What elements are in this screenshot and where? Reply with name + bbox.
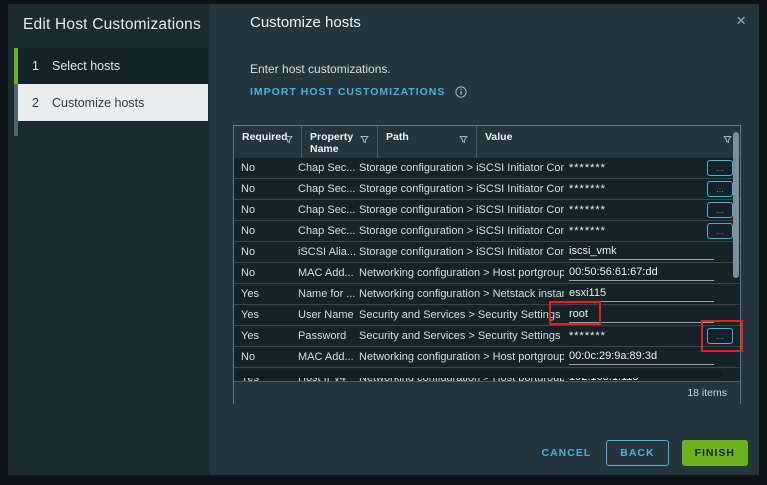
column-header-path[interactable]: Path xyxy=(378,126,477,158)
table-row: NoChap Sec...Storage configuration > iSC… xyxy=(234,158,740,179)
column-header-property-name[interactable]: Property Name xyxy=(302,126,378,158)
cell-required: No xyxy=(241,347,295,367)
cell-property-name: Chap Sec... xyxy=(298,179,356,199)
filter-icon[interactable] xyxy=(723,135,732,147)
table-row: YesUser NameSecurity and Services > Secu… xyxy=(234,305,740,326)
wizard-sidebar: Edit Host Customizations 1 Select hosts … xyxy=(8,4,210,475)
table-row: YesName for ...Networking configuration … xyxy=(234,284,740,305)
import-host-customizations-link[interactable]: IMPORT HOST CUSTOMIZATIONS xyxy=(250,86,445,98)
host-customizations-table: Required Property Name Path Value NoChap… xyxy=(233,125,741,404)
cell-required: No xyxy=(241,200,295,220)
value-input[interactable]: 00:0c:29:9a:89:3d xyxy=(569,347,714,365)
cell-required: No xyxy=(241,242,295,262)
table-row: NoMAC Add...Networking configuration > H… xyxy=(234,347,740,368)
cell-path: Security and Services > Security Setting… xyxy=(359,305,564,325)
value-input[interactable]: 00:50:56:61:67:dd xyxy=(569,263,714,281)
page-title: Customize hosts xyxy=(250,14,361,31)
cancel-button[interactable]: CANCEL xyxy=(539,441,593,465)
table-row: NoiSCSI Alia...Storage configuration > i… xyxy=(234,242,740,263)
table-row: NoMAC Add...Networking configuration > H… xyxy=(234,263,740,284)
ellipsis-button[interactable]: ... xyxy=(707,181,733,197)
cell-path: Storage configuration > iSCSI Initiator … xyxy=(359,200,564,220)
cell-required: No xyxy=(241,158,295,178)
cell-path: Storage configuration > iSCSI Initiator … xyxy=(359,179,564,199)
wizard-title: Edit Host Customizations xyxy=(23,16,201,34)
vertical-scrollbar[interactable] xyxy=(733,132,739,278)
value-input[interactable]: root xyxy=(569,305,714,323)
table-body: NoChap Sec...Storage configuration > iSC… xyxy=(234,158,740,381)
cell-required: No xyxy=(241,221,295,241)
instruction-text: Enter host customizations. xyxy=(250,62,391,76)
info-icon[interactable] xyxy=(455,86,467,98)
cell-path: Storage configuration > iSCSI Initiator … xyxy=(359,221,564,241)
cell-path: Security and Services > Security Setting… xyxy=(359,326,564,346)
cell-required: Yes xyxy=(241,305,295,325)
cell-required: Yes xyxy=(241,326,295,346)
cell-property-name: Password xyxy=(298,326,356,346)
table-items-count: 18 items xyxy=(234,381,740,404)
ellipsis-button[interactable]: ... xyxy=(707,223,733,239)
cell-property-name: MAC Add... xyxy=(298,347,356,367)
step-number: 1 xyxy=(32,59,46,73)
cell-property-name: iSCSI Alia... xyxy=(298,242,356,262)
cell-required: Yes xyxy=(241,284,295,304)
cell-property-name: Name for ... xyxy=(298,284,356,304)
ellipsis-button[interactable]: ... xyxy=(707,160,733,176)
close-icon[interactable]: × xyxy=(736,12,746,29)
ellipsis-button[interactable]: ... xyxy=(707,328,733,344)
cell-property-name: Chap Sec... xyxy=(298,158,356,178)
cell-path: Storage configuration > iSCSI Initiator … xyxy=(359,242,564,262)
back-button[interactable]: BACK xyxy=(606,440,668,466)
step-label: Select hosts xyxy=(52,59,120,73)
table-row: NoChap Sec...Storage configuration > iSC… xyxy=(234,179,740,200)
step-number: 2 xyxy=(32,96,46,110)
cell-path: Storage configuration > iSCSI Initiator … xyxy=(359,158,564,178)
filter-icon[interactable] xyxy=(284,135,293,147)
column-header-value[interactable]: Value xyxy=(477,126,740,158)
step-label: Customize hosts xyxy=(52,96,144,110)
finish-button[interactable]: FINISH xyxy=(682,440,748,466)
cell-path: Networking configuration > Netstack inst… xyxy=(359,284,564,304)
horizontal-scrollbar[interactable] xyxy=(237,371,723,378)
cell-path: Networking configuration > Host portgrou… xyxy=(359,263,564,283)
table-row: NoChap Sec...Storage configuration > iSC… xyxy=(234,221,740,242)
dialog-footer: CANCEL BACK FINISH xyxy=(539,440,748,466)
customize-hosts-panel: Customize hosts × Enter host customizati… xyxy=(210,4,759,475)
ellipsis-button[interactable]: ... xyxy=(707,202,733,218)
cell-required: No xyxy=(241,263,295,283)
filter-icon[interactable] xyxy=(459,135,468,147)
filter-icon[interactable] xyxy=(360,135,369,147)
masked-value: ******* xyxy=(569,225,606,237)
table-header: Required Property Name Path Value xyxy=(234,126,740,158)
masked-value: ******* xyxy=(569,183,606,195)
cell-required: No xyxy=(241,179,295,199)
sidebar-step-select-hosts[interactable]: 1 Select hosts xyxy=(18,48,208,84)
column-header-required[interactable]: Required xyxy=(234,126,302,158)
cell-path: Networking configuration > Host portgrou… xyxy=(359,347,564,367)
cell-property-name: MAC Add... xyxy=(298,263,356,283)
value-input[interactable]: iscsi_vmk xyxy=(569,242,714,260)
sidebar-step-customize-hosts[interactable]: 2 Customize hosts xyxy=(18,84,208,121)
cell-property-name: Chap Sec... xyxy=(298,200,356,220)
masked-value: ******* xyxy=(569,204,606,216)
cell-property-name: Chap Sec... xyxy=(298,221,356,241)
value-input[interactable]: esxi115 xyxy=(569,284,714,302)
table-row: YesPasswordSecurity and Services > Secur… xyxy=(234,326,740,347)
table-row: NoChap Sec...Storage configuration > iSC… xyxy=(234,200,740,221)
masked-value: ******* xyxy=(569,162,606,174)
cell-property-name: User Name xyxy=(298,305,356,325)
masked-value: ******* xyxy=(569,330,606,342)
